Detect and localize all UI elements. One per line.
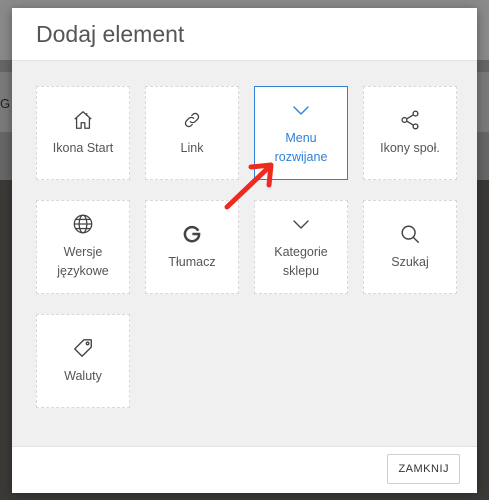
globe-icon [72,213,94,235]
add-element-dialog: Dodaj element Ikona Start Link Menu rozw… [12,8,477,493]
tile-label: Tłumacz [168,254,216,269]
tile-currencies[interactable]: Waluty [36,314,130,408]
tile-label: Ikona Start [52,140,114,155]
share-icon [399,109,421,131]
link-icon [181,109,203,131]
element-grid: Ikona Start Link Menu rozwijane Ikony sp… [12,61,477,446]
tag-icon [72,337,94,359]
tile-label: Wersje językowe [57,245,109,278]
home-icon [72,109,94,131]
tile-translator[interactable]: Tłumacz [145,200,239,294]
tile-label: Menu rozwijane [274,131,328,164]
tile-search[interactable]: Szukaj [363,200,457,294]
google-icon [181,223,203,245]
tile-dropdown-menu[interactable]: Menu rozwijane [254,86,348,180]
chevron-down-icon [290,99,312,121]
backdrop-text: G [0,96,11,111]
tile-label: Ikony społ. [380,140,440,155]
tile-label: Waluty [64,368,102,383]
tile-label: Link [180,140,204,155]
tile-language-versions[interactable]: Wersje językowe [36,200,130,294]
chevron-down-icon [290,213,312,235]
dialog-title: Dodaj element [36,20,185,47]
close-button[interactable]: ZAMKNIJ [387,454,460,484]
tile-label: Szukaj [391,254,429,269]
dialog-footer: ZAMKNIJ [12,446,477,493]
tile-shop-categories[interactable]: Kategorie sklepu [254,200,348,294]
tile-link[interactable]: Link [145,86,239,180]
tile-social-icons[interactable]: Ikony społ. [363,86,457,180]
dialog-header: Dodaj element [12,8,477,61]
search-icon [399,223,421,245]
tile-label: Kategorie sklepu [274,245,328,278]
tile-home-start[interactable]: Ikona Start [36,86,130,180]
